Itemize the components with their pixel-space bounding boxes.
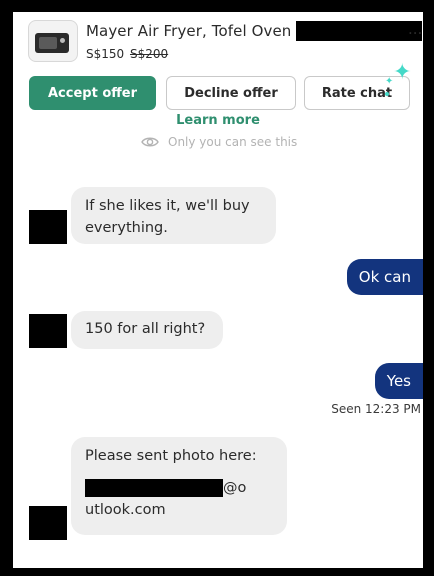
accept-offer-button[interactable]: Accept offer — [29, 76, 156, 110]
chat-screen: Mayer Air Fryer, Tofel Oven ... S$150 S$… — [13, 12, 423, 568]
message-text: If she likes it, we'll buy everything. — [85, 198, 250, 236]
listing-header[interactable]: Mayer Air Fryer, Tofel Oven ... S$150 S$… — [28, 20, 423, 70]
email-line: @o — [85, 477, 273, 499]
message-incoming: 150 for all right? — [71, 311, 223, 349]
message-text: 150 for all right? — [85, 321, 206, 337]
sparkle-dot-icon — [385, 92, 389, 96]
message-incoming: If she likes it, we'll buy everything. — [71, 187, 276, 244]
title-ellipsis: ... — [408, 20, 423, 38]
original-price: S$200 — [129, 47, 169, 61]
avatar[interactable] — [29, 314, 67, 348]
privacy-note-text: Only you can see this — [168, 135, 298, 149]
message-text: Ok can — [358, 268, 411, 286]
decline-offer-button[interactable]: Decline offer — [166, 76, 296, 110]
sparkle-icon: ✦ — [393, 60, 412, 85]
redacted-email — [85, 479, 223, 497]
listing-price: S$150 S$200 — [86, 47, 168, 61]
message-text: Yes — [386, 372, 411, 390]
eye-icon — [141, 137, 159, 147]
sparkle-small-icon: ✦ — [385, 76, 394, 87]
avatar[interactable] — [29, 210, 67, 244]
message-outgoing: Ok can — [346, 259, 423, 295]
message-outgoing: Yes — [374, 363, 423, 399]
email-tail: utlook.com — [85, 502, 166, 518]
message-text: Please sent photo here: — [85, 448, 257, 464]
listing-thumbnail[interactable] — [28, 20, 78, 62]
message-incoming: Please sent photo here: @o utlook.com — [71, 437, 287, 535]
seen-status: Seen 12:23 PM — [331, 402, 421, 416]
learn-more-link[interactable]: Learn more — [13, 113, 423, 128]
email-suffix: @o — [223, 480, 247, 496]
avatar[interactable] — [29, 506, 67, 540]
listing-title: Mayer Air Fryer, Tofel Oven — [86, 22, 292, 40]
air-fryer-oven-image — [35, 33, 69, 53]
redacted-block — [296, 21, 422, 41]
privacy-note: Only you can see this — [141, 135, 297, 149]
offer-price: S$150 — [86, 47, 125, 61]
